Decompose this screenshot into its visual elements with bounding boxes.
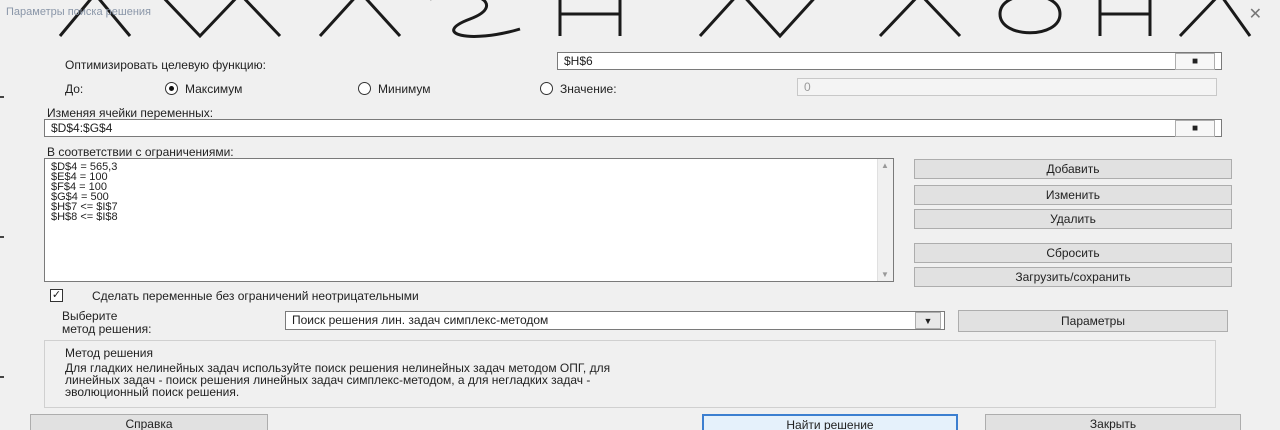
list-item[interactable]: $E$4 = 100 (45, 172, 893, 183)
solver-dialog: Оптимизировать целевую функцию: $H$6 ■ Д… (0, 32, 1256, 430)
edge-mark (0, 236, 4, 238)
variables-range-button[interactable]: ■ (1175, 120, 1215, 137)
edge-mark (0, 376, 4, 378)
range-select-icon: ■ (1191, 123, 1199, 134)
list-item[interactable]: $D$4 = 565,3 (45, 162, 893, 173)
load-save-button[interactable]: Загрузить/сохранить (914, 267, 1232, 287)
add-constraint-button[interactable]: Добавить (914, 159, 1232, 179)
window-title: Параметры поиска решения (6, 6, 151, 18)
change-constraint-button[interactable]: Изменить (914, 185, 1232, 205)
goal-label: До: (65, 82, 84, 96)
radio-value-label: Значение: (560, 82, 617, 96)
objective-input[interactable]: $H$6 (557, 52, 1222, 70)
description-text-3: эволюционный поиск решения. (65, 385, 240, 399)
help-button[interactable]: Справка (30, 414, 268, 430)
constraints-label: В соответствии с ограничениями: (47, 145, 234, 159)
range-select-icon: ■ (1191, 56, 1199, 67)
method-label-2: метод решения: (62, 322, 152, 336)
constraints-scrollbar[interactable]: ▲ ▼ (877, 159, 893, 281)
variables-input[interactable]: $D$4:$G$4 (44, 119, 1222, 137)
list-item[interactable]: $H$8 <= $I$8 (45, 212, 893, 223)
solve-button[interactable]: Найти решение (702, 414, 958, 430)
scroll-down-icon[interactable]: ▼ (881, 270, 889, 279)
radio-value[interactable] (540, 82, 553, 95)
radio-minimum[interactable] (358, 82, 371, 95)
parameters-button[interactable]: Параметры (958, 310, 1228, 332)
close-icon[interactable]: ✕ (1249, 4, 1262, 24)
list-item[interactable]: $G$4 = 500 (45, 192, 893, 203)
nonneg-checkbox[interactable]: ✓ (50, 289, 63, 302)
close-button[interactable]: Закрыть (985, 414, 1241, 430)
objective-range-button[interactable]: ■ (1175, 53, 1215, 70)
edge-mark (0, 96, 4, 98)
delete-constraint-button[interactable]: Удалить (914, 209, 1232, 229)
radio-maximum-label: Максимум (185, 82, 243, 96)
list-item[interactable]: $H$7 <= $I$7 (45, 202, 893, 213)
description-title: Метод решения (65, 346, 153, 360)
title-bar: Параметры поиска решения ✕ (0, 0, 1280, 24)
scroll-up-icon[interactable]: ▲ (881, 161, 889, 170)
method-select[interactable]: Поиск решения лин. задач симплекс-методо… (285, 311, 945, 330)
reset-all-button[interactable]: Сбросить (914, 243, 1232, 263)
method-label-1: Выберите (62, 309, 118, 323)
objective-label: Оптимизировать целевую функцию: (65, 58, 266, 72)
radio-maximum[interactable] (165, 82, 178, 95)
value-input[interactable]: 0 (797, 78, 1217, 96)
radio-minimum-label: Минимум (378, 82, 431, 96)
constraints-list[interactable]: $D$4 = 565,3 $E$4 = 100 $F$4 = 100 $G$4 … (44, 158, 894, 282)
chevron-down-icon[interactable]: ▼ (915, 312, 941, 329)
nonneg-label: Сделать переменные без ограничений неотр… (92, 289, 419, 303)
list-item[interactable]: $F$4 = 100 (45, 182, 893, 193)
variables-label: Изменяя ячейки переменных: (47, 106, 214, 120)
